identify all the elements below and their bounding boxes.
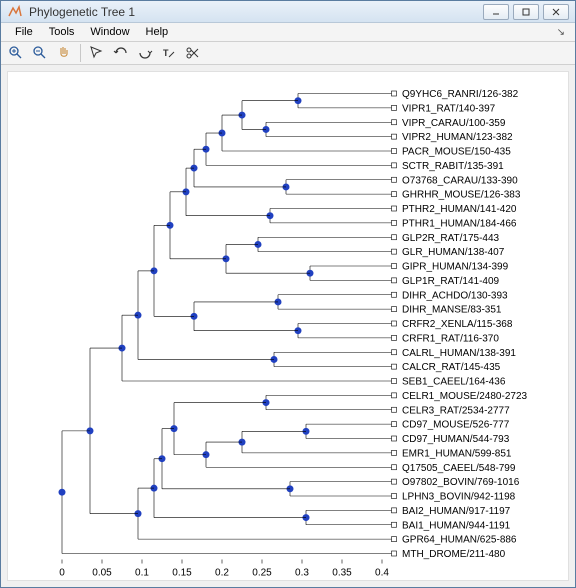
zoom-in-button[interactable] [5,42,27,64]
close-button[interactable] [543,4,569,20]
rotate-button[interactable] [134,42,156,64]
leaf-label: Q9YHC6_RANRI/126-382 [402,89,519,100]
minimize-button[interactable] [483,4,509,20]
svg-text:0.25: 0.25 [252,568,272,579]
menu-file[interactable]: File [7,24,41,40]
leaf-label: VIPR1_RAT/140-397 [402,103,496,114]
leaf-label: SCTR_RABIT/135-391 [402,161,504,172]
leaf-label: VIPR2_HUMAN/123-382 [402,132,513,143]
app-window: Phylogenetic Tree 1 File Tools Window He… [0,0,576,588]
maximize-button[interactable] [513,4,539,20]
leaf-label: DIHR_ACHDO/130-393 [402,290,508,301]
menu-overflow-icon[interactable]: ↘ [557,27,569,38]
leaf-label: GHRHR_MOUSE/126-383 [402,190,521,201]
menubar: File Tools Window Help ↘ [1,23,575,42]
menu-help[interactable]: Help [138,24,177,40]
leaf-label: EMR1_HUMAN/599-851 [402,448,512,459]
leaf-label: CALCR_RAT/145-435 [402,362,501,373]
leaf-label: CD97_MOUSE/526-777 [402,420,510,431]
svg-text:0.05: 0.05 [92,568,112,579]
leaf-label: SEB1_CAEEL/164-436 [402,377,506,388]
svg-text:0: 0 [59,568,65,579]
svg-text:0.2: 0.2 [215,568,229,579]
leaf-label: GLP1R_RAT/141-409 [402,276,500,287]
toolbar-separator [80,44,81,62]
pan-button[interactable] [53,42,75,64]
leaf-label: LPHN3_BOVIN/942-1198 [402,492,516,503]
leaf-label: O73768_CARAU/133-390 [402,175,518,186]
titlebar: Phylogenetic Tree 1 [1,1,575,23]
rename-button[interactable]: T [158,42,180,64]
inspect-button[interactable] [86,42,108,64]
svg-text:0.4: 0.4 [375,568,389,579]
matlab-logo-icon [7,4,23,20]
menu-window[interactable]: Window [82,24,137,40]
collapse-button[interactable] [110,42,132,64]
leaf-label: VIPR_CARAU/100-359 [402,118,506,129]
zoom-out-button[interactable] [29,42,51,64]
leaf-label: CD97_HUMAN/544-793 [402,434,510,445]
leaf-label: CRFR2_XENLA/115-368 [402,319,513,330]
svg-text:0.1: 0.1 [135,568,149,579]
svg-text:0.15: 0.15 [172,568,192,579]
leaf-label: BAI1_HUMAN/944-1191 [402,520,511,531]
leaf-label: PTHR1_HUMAN/184-466 [402,218,517,229]
svg-text:T: T [163,48,169,58]
window-title: Phylogenetic Tree 1 [29,5,479,19]
leaf-label: CELR1_MOUSE/2480-2723 [402,391,528,402]
leaf-label: CRFR1_RAT/116-370 [402,333,499,344]
leaf-label: CELR3_RAT/2534-2777 [402,405,510,416]
leaf-label: PTHR2_HUMAN/141-420 [402,204,517,215]
leaf-label: BAI2_HUMAN/917-1197 [402,506,511,517]
leaf-label: PACR_MOUSE/150-435 [402,147,511,158]
leaf-label: GIPR_HUMAN/134-399 [402,262,509,273]
svg-text:0.3: 0.3 [295,568,309,579]
leaf-label: CALRL_HUMAN/138-391 [402,348,516,359]
leaf-label: GLR_HUMAN/138-407 [402,247,505,258]
leaf-label: Q17505_CAEEL/548-799 [402,463,516,474]
menu-tools[interactable]: Tools [41,24,83,40]
leaf-label: GPR64_HUMAN/625-886 [402,535,517,546]
svg-text:0.35: 0.35 [332,568,352,579]
prune-button[interactable] [182,42,204,64]
plot-area[interactable]: 0 0.05 0.1 0.15 0.2 0.25 0.3 0.35 0.4 Q9YHC6_RANR… [7,71,569,581]
toolbar: T [1,42,575,65]
leaf-label: GLP2R_RAT/175-443 [402,233,500,244]
leaf-label: O97802_BOVIN/769-1016 [402,477,520,488]
leaf-label: MTH_DROME/211-480 [402,549,506,560]
leaf-label: DIHR_MANSE/83-351 [402,305,502,316]
